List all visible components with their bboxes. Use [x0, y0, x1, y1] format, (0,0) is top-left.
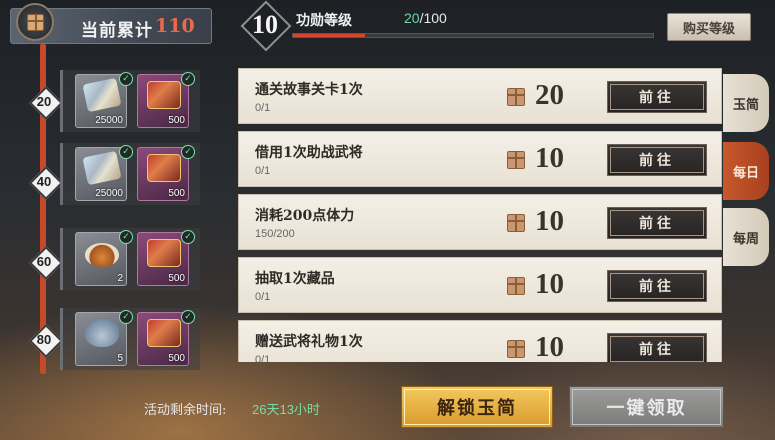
- task-reward-points: 20: [535, 79, 564, 111]
- treasure-chest-icon: [147, 154, 181, 182]
- go-to-task-button[interactable]: 前往: [607, 270, 707, 302]
- level-badge: 10: [242, 6, 288, 44]
- task-progress: 0/1: [255, 354, 271, 362]
- go-to-task-button[interactable]: 前往: [607, 333, 707, 362]
- claimed-check-icon: ✓: [181, 145, 195, 159]
- task-progress: 0/1: [255, 291, 271, 303]
- reward-count: 5: [117, 353, 123, 364]
- go-to-task-button[interactable]: 前往: [607, 144, 707, 176]
- go-to-task-button[interactable]: 前往: [607, 207, 707, 239]
- task-title: 通关故事关卡1次: [255, 82, 363, 98]
- milestone-level: 40: [36, 173, 52, 189]
- claim-all-button[interactable]: 一键领取: [569, 386, 724, 428]
- task-reward-points: 10: [535, 205, 564, 237]
- milestone-level: 80: [36, 331, 52, 347]
- claimed-check-icon: ✓: [119, 72, 133, 86]
- remaining-time-label: 活动剩余时间:: [144, 403, 227, 418]
- treasure-chest-icon: [147, 81, 181, 109]
- claimed-check-icon: ✓: [181, 72, 195, 86]
- tab-jade-slip[interactable]: 玉简: [723, 74, 769, 132]
- remaining-time-value: 26天13小时: [252, 402, 320, 417]
- task-card: 消耗200点体力 150/200 10 前往: [238, 194, 722, 250]
- reward-count: 500: [168, 188, 185, 199]
- merit-box-icon: [507, 340, 525, 358]
- milestone-marker: 40: [24, 170, 64, 192]
- reward-count: 500: [168, 115, 185, 126]
- food-plate-icon: [85, 243, 119, 267]
- reward-row: 25000 ✓ 500 ✓: [60, 70, 200, 132]
- merit-box-icon: [507, 277, 525, 295]
- tab-daily[interactable]: 每日: [723, 142, 769, 200]
- milestone-level: 20: [36, 93, 52, 109]
- buy-level-button[interactable]: 购买等级: [667, 13, 751, 41]
- task-title: 抽取1次藏品: [255, 271, 335, 287]
- merit-box-icon: [507, 151, 525, 169]
- unlock-jade-slip-button[interactable]: 解锁玉简: [401, 386, 553, 428]
- task-progress: 0/1: [255, 102, 271, 114]
- level-progress-max: 100: [423, 10, 447, 26]
- task-card: 赠送武将礼物1次 0/1 10 前往: [238, 320, 722, 362]
- milestone-marker: 20: [24, 90, 64, 112]
- task-card: 抽取1次藏品 0/1 10 前往: [238, 257, 722, 313]
- claimed-check-icon: ✓: [119, 310, 133, 324]
- task-card: 通关故事关卡1次 0/1 20 前往: [238, 68, 722, 124]
- merit-box-icon: [507, 214, 525, 232]
- level-progress-text: 20/100: [404, 10, 447, 26]
- task-reward-points: 10: [535, 331, 564, 362]
- treasure-chest-icon: [147, 239, 181, 267]
- task-title: 消耗200点体力: [255, 208, 355, 224]
- task-card: 借用1次助战武将 0/1 10 前往: [238, 131, 722, 187]
- claimed-check-icon: ✓: [181, 310, 195, 324]
- task-reward-points: 10: [535, 142, 564, 174]
- milestone-level: 60: [36, 253, 52, 269]
- level-progress-current: 20: [404, 10, 420, 26]
- task-title: 借用1次助战武将: [255, 145, 363, 161]
- claimed-check-icon: ✓: [181, 230, 195, 244]
- level-title: 功勋等级: [296, 13, 352, 29]
- reward-count: 500: [168, 273, 185, 284]
- counter-value: 110: [155, 15, 195, 37]
- task-list[interactable]: 通关故事关卡1次 0/1 20 前往 借用1次助战武将 0/1 10 前往 消耗200点体力 15…: [238, 68, 722, 362]
- level-progress-fill: [293, 34, 365, 37]
- task-progress: 150/200: [255, 228, 295, 240]
- level-progress-bar: [292, 33, 654, 38]
- milestone-marker: 60: [24, 250, 64, 272]
- scroll-icon: [82, 150, 122, 186]
- milestone-marker: 80: [24, 328, 64, 350]
- reward-row: 2 ✓ 500 ✓: [60, 228, 200, 290]
- task-title: 赠送武将礼物1次: [255, 334, 363, 350]
- reward-count: 500: [168, 353, 185, 364]
- claimed-check-icon: ✓: [119, 230, 133, 244]
- reward-count: 2: [117, 273, 123, 284]
- reward-row: 5 ✓ 500 ✓: [60, 308, 200, 370]
- pouch-icon: [85, 319, 119, 347]
- merit-box-icon: [507, 88, 525, 106]
- counter-label: 当前累计: [81, 21, 153, 41]
- merit-box-icon: [16, 3, 54, 41]
- tab-weekly[interactable]: 每周: [723, 208, 769, 266]
- go-to-task-button[interactable]: 前往: [607, 81, 707, 113]
- claimed-check-icon: ✓: [119, 145, 133, 159]
- scroll-icon: [82, 77, 122, 113]
- treasure-chest-icon: [147, 319, 181, 347]
- reward-row: 25000 ✓ 500 ✓: [60, 143, 200, 205]
- reward-count: 25000: [95, 188, 123, 199]
- reward-count: 25000: [95, 115, 123, 126]
- task-reward-points: 10: [535, 268, 564, 300]
- level-number: 10: [252, 10, 278, 39]
- task-progress: 0/1: [255, 165, 271, 177]
